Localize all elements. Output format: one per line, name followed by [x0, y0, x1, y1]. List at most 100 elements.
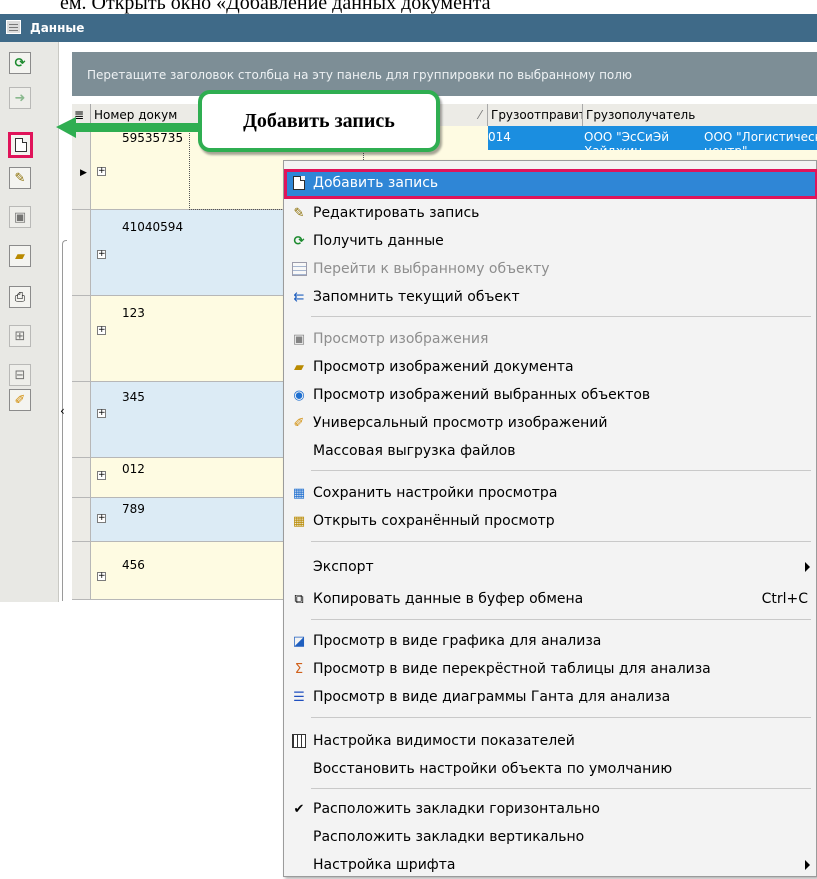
menu-item-view-image[interactable]: ▣ Просмотр изображения: [284, 325, 817, 353]
menu-item-indicator-visibility[interactable]: Настройка видимости показателей: [284, 727, 817, 755]
goto-icon: ➜: [14, 90, 26, 106]
view-image-icon: ▣: [13, 209, 27, 225]
menu-item-label: Просмотр изображений выбранных объектов: [313, 387, 651, 403]
menu-item-label: Запомнить текущий объект: [313, 289, 520, 305]
row-number: 789: [122, 502, 145, 516]
menu-separator: [311, 541, 811, 542]
group-panel-hint: Перетащите заголовок столбца на эту пане…: [87, 68, 633, 82]
row-number: 345: [122, 390, 145, 404]
column-header-shipper[interactable]: Грузоотправите: [488, 104, 583, 126]
remember-icon: ⇇: [293, 289, 305, 305]
menu-item-label: Перейти к выбранному объекту: [313, 261, 550, 277]
context-menu: Добавить запись ✎ Редактировать запись ⟳…: [283, 160, 817, 877]
menu-item-remember-object[interactable]: ⇇ Запомнить текущий объект: [284, 283, 817, 311]
goto-object-button[interactable]: ➜: [9, 87, 31, 109]
menu-item-add-record[interactable]: Добавить запись: [284, 169, 817, 199]
menu-item-label: Настройка шрифта: [313, 857, 456, 873]
menu-item-label: Просмотр изображений документа: [313, 359, 574, 375]
menu-item-restore-defaults[interactable]: Восстановить настройки объекта по умолча…: [284, 755, 817, 783]
print-icon: ⎙: [14, 289, 26, 305]
current-row-pointer-icon: ▶: [80, 168, 87, 178]
menu-item-label: Массовая выгрузка файлов: [313, 443, 516, 459]
menu-item-view-as-gantt[interactable]: ☰ Просмотр в виде диаграммы Ганта для ан…: [284, 683, 817, 711]
edit-record-icon: ✎: [293, 205, 305, 221]
menu-item-view-as-chart[interactable]: ◪ Просмотр в виде графика для анализа: [284, 627, 817, 655]
view-document-images-button[interactable]: ▰: [9, 245, 31, 267]
row-indicator[interactable]: [72, 458, 91, 497]
menu-item-label: Настройка видимости показателей: [313, 733, 575, 749]
universal-view-button[interactable]: ✐: [9, 389, 31, 411]
sort-asc-icon: ⁄: [478, 108, 481, 122]
row-number: 123: [122, 306, 145, 320]
menu-item-label: Расположить закладки вертикально: [313, 829, 585, 845]
refresh-icon: ⟳: [293, 233, 305, 249]
menu-item-view-selected-images[interactable]: ◉ Просмотр изображений выбранных объекто…: [284, 381, 817, 409]
menu-item-goto-object[interactable]: Перейти к выбранному объекту: [284, 255, 817, 283]
window-title: Данные: [30, 21, 85, 35]
menu-item-shortcut: Ctrl+C: [761, 591, 808, 607]
row-indicator[interactable]: [72, 296, 91, 381]
universal-view-icon: ✐: [293, 415, 305, 431]
menu-separator: [311, 470, 811, 471]
row-consignee: ООО "Логистический: [704, 130, 817, 144]
expand-row-icon[interactable]: +: [97, 250, 106, 259]
save-view-icon: ▦: [292, 485, 306, 501]
selected-row-cells[interactable]: 014 ООО "ЭсСиЭй Хайджин ООО "Логистическ…: [488, 126, 817, 150]
menu-item-tabs-horizontal[interactable]: ✔ Расположить закладки горизонтально: [284, 795, 817, 823]
expand-icon: ⊞: [14, 328, 26, 344]
menu-item-open-view[interactable]: ▦ Открыть сохранённый просмотр: [284, 507, 817, 535]
menu-item-font-settings[interactable]: Настройка шрифта: [284, 851, 817, 879]
menu-item-label: Расположить закладки горизонтально: [313, 801, 600, 817]
row-indicator[interactable]: [72, 210, 91, 295]
group-by-panel[interactable]: Перетащите заголовок столбца на эту пане…: [72, 52, 817, 96]
row-indicator[interactable]: [72, 382, 91, 457]
expand-row-icon[interactable]: +: [97, 409, 106, 418]
expand-row-icon[interactable]: +: [97, 167, 106, 176]
row-indicator[interactable]: [72, 542, 91, 599]
menu-item-get-data[interactable]: ⟳ Получить данные: [284, 227, 817, 255]
expand-button[interactable]: ⊞: [9, 325, 31, 347]
menu-item-tabs-vertical[interactable]: Расположить закладки вертикально: [284, 823, 817, 851]
expand-row-icon[interactable]: +: [97, 514, 106, 523]
menu-item-label: Просмотр в виде графика для анализа: [313, 633, 602, 649]
menu-item-view-document-images[interactable]: ▰ Просмотр изображений документа: [284, 353, 817, 381]
menu-item-mass-export-files[interactable]: Массовая выгрузка файлов: [284, 437, 817, 465]
refresh-button[interactable]: ⟳: [9, 52, 31, 74]
view-image-button[interactable]: ▣: [9, 206, 31, 228]
menu-item-label: Копировать данные в буфер обмена: [313, 591, 584, 607]
menu-item-view-as-pivot[interactable]: Σ Просмотр в виде перекрёстной таблицы д…: [284, 655, 817, 683]
row-indicator[interactable]: [72, 498, 91, 541]
edit-record-button[interactable]: ✎: [9, 167, 31, 189]
column-header-consignee[interactable]: Грузополучатель: [583, 104, 817, 126]
callout-arrow: [56, 117, 202, 138]
menu-separator: [311, 717, 811, 718]
menu-item-label: Получить данные: [313, 233, 444, 249]
view-image-icon: ▣: [292, 331, 306, 347]
edit-record-icon: ✎: [14, 170, 26, 186]
left-toolbar: ⟳ ➜ ✎ ▣ ▰ ⎙ ⊞ ⊟ ✐: [0, 42, 59, 602]
menu-separator: [311, 788, 811, 789]
expand-row-icon[interactable]: +: [97, 326, 106, 335]
menu-item-save-view[interactable]: ▦ Сохранить настройки просмотра: [284, 479, 817, 507]
menu-item-universal-view[interactable]: ✐ Универсальный просмотр изображений: [284, 409, 817, 437]
menu-item-export[interactable]: Экспорт: [284, 553, 817, 581]
menu-item-label: Сохранить настройки просмотра: [313, 485, 558, 501]
submenu-arrow-icon: [805, 860, 810, 870]
panel-splitter[interactable]: [62, 240, 67, 601]
add-record-button[interactable]: [8, 132, 33, 158]
expand-row-icon[interactable]: +: [97, 572, 106, 581]
collapse-button[interactable]: ⊟: [9, 364, 31, 386]
refresh-icon: ⟳: [14, 55, 26, 71]
row-number: 012: [122, 462, 145, 476]
menu-item-edit-record[interactable]: ✎ Редактировать запись: [284, 199, 817, 227]
expand-row-icon[interactable]: +: [97, 471, 106, 480]
add-record-icon: [14, 138, 27, 152]
table-icon: [6, 20, 21, 34]
collapse-panel-arrow-icon[interactable]: ‹: [60, 404, 65, 418]
menu-item-label: Универсальный просмотр изображений: [313, 415, 608, 431]
copy-icon: ⧉: [294, 591, 304, 607]
eye-icon: ◉: [293, 387, 305, 403]
menu-item-label: Редактировать запись: [313, 205, 480, 221]
menu-item-copy-to-clipboard[interactable]: ⧉ Копировать данные в буфер обмена Ctrl+…: [284, 585, 817, 613]
print-button[interactable]: ⎙: [9, 286, 31, 308]
